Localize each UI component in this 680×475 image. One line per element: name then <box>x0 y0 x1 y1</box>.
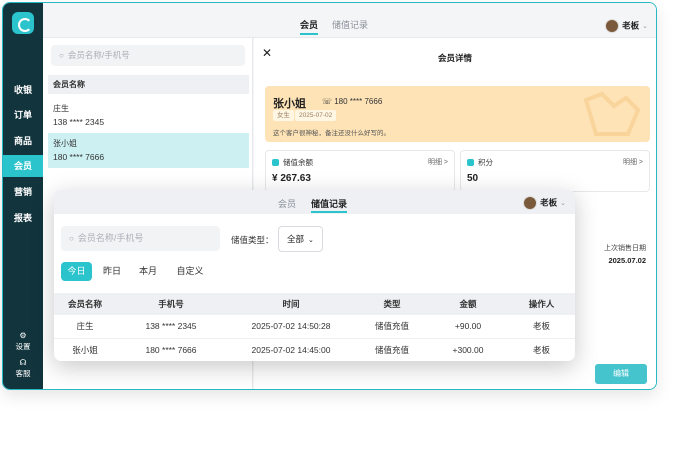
crown-decoration-icon <box>583 91 641 136</box>
points-card: 积分 明细 > 50 <box>460 150 650 192</box>
balance-value: ¥ 267.63 <box>272 173 311 184</box>
cell-phone: 138 **** 2345 <box>116 315 226 339</box>
cell-amount: +90.00 <box>428 315 508 339</box>
col-type: 类型 <box>356 293 428 315</box>
sidebar-item-cashier[interactable]: 收银 <box>3 79 43 101</box>
sidebar-settings[interactable]: ⚙ 设置 <box>3 331 43 352</box>
col-time: 时间 <box>226 293 356 315</box>
member-phone: 138 **** 2345 <box>53 117 105 127</box>
col-operator: 操作人 <box>508 293 575 315</box>
member-card-phone: ☏ 180 **** 7666 <box>322 97 382 106</box>
list-item[interactable]: 庄生 138 **** 2345 <box>48 98 249 133</box>
member-card-name: 张小姐 <box>273 98 306 110</box>
type-filter-value: 全部 <box>287 234 305 244</box>
points-detail-link[interactable]: 明细 > <box>623 157 643 167</box>
chevron-down-icon: ⌄ <box>560 200 566 208</box>
range-today[interactable]: 今日 <box>61 262 92 281</box>
member-note: 这个客户很神秘，备注还没什么好写的。 <box>273 130 390 137</box>
tab-members[interactable]: 会员 <box>300 18 319 35</box>
balance-label: 储值余额 <box>272 157 313 168</box>
type-filter-label: 储值类型： <box>231 235 274 245</box>
col-phone: 手机号 <box>116 293 226 315</box>
last-sale-label: 上次销售日期 <box>604 245 646 252</box>
search-icon: ○ <box>59 51 64 60</box>
search-icon: ○ <box>69 234 74 243</box>
points-label: 积分 <box>467 157 493 168</box>
table-row[interactable]: 庄生 138 **** 2345 2025-07-02 14:50:28 储值充… <box>54 315 575 339</box>
avatar <box>605 19 620 33</box>
member-phone: 180 **** 7666 <box>53 152 105 162</box>
range-yesterday[interactable]: 昨日 <box>98 262 126 281</box>
edit-button[interactable]: 编辑 <box>595 364 647 384</box>
cell-type: 储值充值 <box>356 315 428 339</box>
points-value: 50 <box>467 173 479 184</box>
col-amount: 金额 <box>428 293 508 315</box>
member-list-header: 会员名称 <box>48 75 249 94</box>
chevron-down-icon: ⌄ <box>642 23 648 31</box>
balance-card: 储值余额 明细 > ¥ 267.63 <box>265 150 455 192</box>
overlay-user-name: 老板 <box>540 197 558 208</box>
overlay-tab-stored-value-records[interactable]: 储值记录 <box>311 197 348 213</box>
user-name: 老板 <box>622 20 640 31</box>
table-row[interactable]: 张小姐 180 **** 7666 2025-07-02 14:45:00 储值… <box>54 338 575 361</box>
stored-value-records-window: 会员 储值记录 老板 ⌄ ○ 会员名称/手机号 储值类型： 全部 ⌄ 今日 昨日 本月… <box>54 190 575 361</box>
sidebar-support[interactable]: ☊ 客服 <box>3 358 43 379</box>
last-sale-date: 2025.07.02 <box>608 256 646 265</box>
sidebar-item-marketing[interactable]: 营销 <box>3 181 43 203</box>
tab-stored-value-records[interactable]: 储值记录 <box>332 18 368 31</box>
cell-phone: 180 **** 7666 <box>116 338 226 361</box>
list-item[interactable]: 张小姐 180 **** 7666 <box>48 133 249 168</box>
cell-time: 2025-07-02 14:45:00 <box>226 338 356 361</box>
top-bar: 会员 储值记录 老板 ⌄ <box>43 3 656 38</box>
cell-time: 2025-07-02 14:50:28 <box>226 315 356 339</box>
cell-member-name: 庄生 <box>54 315 116 339</box>
page-title: 会员详情 <box>437 53 472 63</box>
sidebar-item-orders[interactable]: 订单 <box>3 104 43 126</box>
records-search-placeholder: 会员名称/手机号 <box>77 233 144 243</box>
headset-icon: ☊ <box>19 358 27 367</box>
type-filter-select[interactable]: 全部 ⌄ <box>278 226 323 252</box>
member-card-phone-text: 180 **** 7666 <box>334 97 383 106</box>
overlay-user-menu[interactable]: 老板 ⌄ <box>523 196 566 210</box>
chevron-down-icon: ⌄ <box>308 237 314 244</box>
overlay-tab-members[interactable]: 会员 <box>278 197 296 210</box>
phone-icon: ☏ <box>322 97 335 106</box>
col-member-name: 会员名称 <box>54 293 116 315</box>
cell-amount: +300.00 <box>428 338 508 361</box>
range-this-month[interactable]: 本月 <box>134 262 162 281</box>
gender-tag: 女生 <box>273 110 294 121</box>
member-name: 庄生 <box>53 104 69 113</box>
cell-operator: 老板 <box>508 338 575 361</box>
range-custom[interactable]: 自定义 <box>170 262 210 281</box>
cell-operator: 老板 <box>508 315 575 339</box>
sidebar-item-reports[interactable]: 报表 <box>3 207 43 229</box>
sidebar-item-products[interactable]: 商品 <box>3 130 43 152</box>
cell-member-name: 张小姐 <box>54 338 116 361</box>
gear-icon: ⚙ <box>19 331 27 340</box>
cell-type: 储值充值 <box>356 338 428 361</box>
table-header-row: 会员名称 手机号 时间 类型 金额 操作人 <box>54 293 575 315</box>
app-logo-icon <box>12 12 34 34</box>
member-search-input[interactable]: ○ 会员名称/手机号 <box>51 45 245 66</box>
sidebar-settings-label: 设置 <box>15 342 31 351</box>
member-name: 张小姐 <box>53 139 77 148</box>
sidebar: 收银 订单 商品 会员 营销 报表 ⚙ 设置 ☊ 客服 <box>3 3 43 389</box>
member-card: 张小姐 ☏ 180 **** 7666 女生 2025-07-02 这个客户很神… <box>265 86 650 142</box>
balance-detail-link[interactable]: 明细 > <box>428 157 448 167</box>
date-tag: 2025-07-02 <box>295 110 337 121</box>
sidebar-support-label: 客服 <box>15 369 31 378</box>
avatar <box>523 196 538 210</box>
sidebar-item-members[interactable]: 会员 <box>3 155 43 177</box>
overlay-top-bar: 会员 储值记录 老板 ⌄ <box>54 190 575 214</box>
user-menu[interactable]: 老板 ⌄ <box>605 19 648 33</box>
records-search-input[interactable]: ○ 会员名称/手机号 <box>61 226 220 251</box>
records-table: 会员名称 手机号 时间 类型 金额 操作人 庄生 138 **** 2345 2… <box>54 293 575 361</box>
member-search-placeholder: 会员名称/手机号 <box>67 50 130 60</box>
